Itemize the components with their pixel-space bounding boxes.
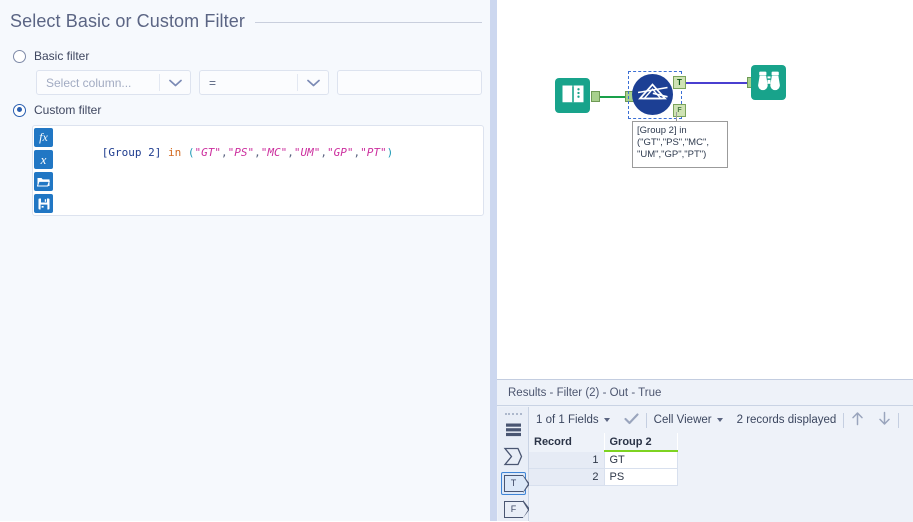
workflow-canvas[interactable]: T F [Group 2] in ("GT","PS","MC", "UM","… (497, 0, 913, 379)
scroll-down-button[interactable] (871, 411, 898, 429)
toolbar-divider (898, 412, 900, 428)
prism-icon (637, 80, 668, 109)
table-header-row: Record Group 2 (529, 433, 678, 452)
fields-label: 1 of 1 Fields (536, 414, 599, 426)
operator-select-value: = (209, 75, 217, 90)
cell-record: 1 (529, 451, 605, 469)
results-icon-rail: T F (498, 407, 530, 521)
page-title: Select Basic or Custom Filter (10, 10, 245, 31)
expression-keyword-token: in (167, 146, 182, 159)
chevron-down-icon[interactable] (603, 418, 610, 422)
results-panel: Results - Filter (2) - Out - True T F 1 … (497, 379, 913, 522)
connection-filter-to-browse[interactable] (686, 82, 750, 84)
expression-string-1: "PS" (227, 146, 255, 159)
results-toolbar: 1 of 1 Fields Cell Viewer 2 records disp… (529, 407, 913, 433)
rail-true-output-button[interactable]: T (500, 471, 530, 496)
filter-configuration-panel: Select Basic or Custom Filter Basic filt… (0, 0, 490, 521)
open-folder-icon[interactable] (34, 172, 53, 191)
insert-variable-icon[interactable]: x (34, 150, 53, 169)
chevron-down-icon[interactable] (716, 418, 723, 422)
panel-title-row: Select Basic or Custom Filter (10, 8, 482, 34)
cell-group2[interactable]: PS (604, 468, 678, 486)
column-select-value: Select column... (46, 75, 132, 90)
value-input[interactable] (337, 70, 482, 95)
arrow-up-icon (851, 411, 864, 429)
column-header-group2[interactable]: Group 2 (604, 433, 678, 452)
cell-viewer-selector[interactable]: Cell Viewer (647, 414, 730, 426)
custom-filter-label: Custom filter (34, 103, 102, 117)
basic-filter-label: Basic filter (34, 49, 90, 63)
save-disk-icon[interactable] (34, 194, 53, 213)
results-title: Results - Filter (2) - Out - True (497, 380, 913, 406)
expression-text[interactable]: [Group 2] in ("GT","PS","MC","UM","GP","… (56, 126, 483, 215)
filter-annotation[interactable]: [Group 2] in ("GT","PS","MC", "UM","GP",… (632, 121, 728, 168)
cell-group2[interactable]: GT (604, 451, 678, 469)
operator-select[interactable]: = (199, 70, 329, 95)
rail-false-output-button[interactable]: F (501, 497, 530, 521)
expression-string-2: "MC" (260, 146, 288, 159)
results-table: Record Group 2 1 GT 2 PS (529, 433, 678, 486)
expression-string-0: "GT" (194, 146, 221, 159)
fields-selector[interactable]: 1 of 1 Fields (529, 414, 617, 426)
table-row[interactable]: 2 PS (529, 468, 678, 486)
custom-filter-radio-row[interactable]: Custom filter (13, 103, 101, 117)
input-data-tool[interactable] (555, 78, 590, 113)
expression-close-paren: ) (386, 146, 394, 159)
filter-true-port[interactable]: T (673, 76, 686, 89)
apply-fields-button[interactable] (617, 412, 646, 428)
panel-splitter[interactable] (490, 0, 497, 521)
records-displayed-label: 2 records displayed (736, 414, 837, 426)
sigma-icon (503, 447, 523, 469)
results-grid[interactable]: Record Group 2 1 GT 2 PS (529, 433, 913, 522)
binoculars-icon (757, 70, 781, 96)
title-rule (254, 22, 482, 23)
checkmark-icon (624, 412, 639, 428)
column-select[interactable]: Select column... (36, 70, 191, 95)
book-icon (561, 83, 585, 108)
false-output-icon: F (503, 500, 530, 519)
basic-filter-controls: Select column... = (36, 70, 482, 95)
cell-viewer-label: Cell Viewer (653, 414, 712, 426)
chevron-down-icon[interactable] (298, 79, 328, 87)
rail-data-button[interactable] (501, 420, 526, 444)
arrow-down-icon (878, 411, 891, 429)
true-output-icon: T (503, 474, 530, 493)
stacked-rows-icon (504, 421, 523, 443)
expression-toolbar: fx x (33, 126, 56, 215)
column-header-record[interactable]: Record (529, 433, 605, 452)
input-output-port[interactable] (591, 91, 600, 102)
filter-tool[interactable] (632, 74, 673, 115)
filter-false-port[interactable]: F (673, 104, 686, 117)
basic-filter-radio[interactable] (13, 49, 26, 63)
expression-string-3: "UM" (293, 146, 321, 159)
browse-tool[interactable] (751, 65, 786, 100)
expression-field-token: [Group 2] (101, 146, 162, 159)
expression-string-5: "PT" (360, 146, 387, 159)
chevron-down-icon[interactable] (160, 79, 190, 87)
insert-function-icon[interactable]: fx (34, 128, 53, 147)
cell-record: 2 (529, 468, 605, 486)
rail-profile-button[interactable] (501, 446, 526, 470)
expression-editor[interactable]: fx x [Group 2] in ("GT","PS","MC","UM","… (32, 125, 484, 216)
expression-string-4: "GP" (326, 146, 354, 159)
scroll-up-button[interactable] (844, 411, 871, 429)
custom-filter-radio[interactable] (13, 103, 26, 117)
table-row[interactable]: 1 GT (529, 451, 678, 469)
rail-grip-dots[interactable] (504, 410, 523, 418)
basic-filter-radio-row[interactable]: Basic filter (13, 49, 89, 63)
